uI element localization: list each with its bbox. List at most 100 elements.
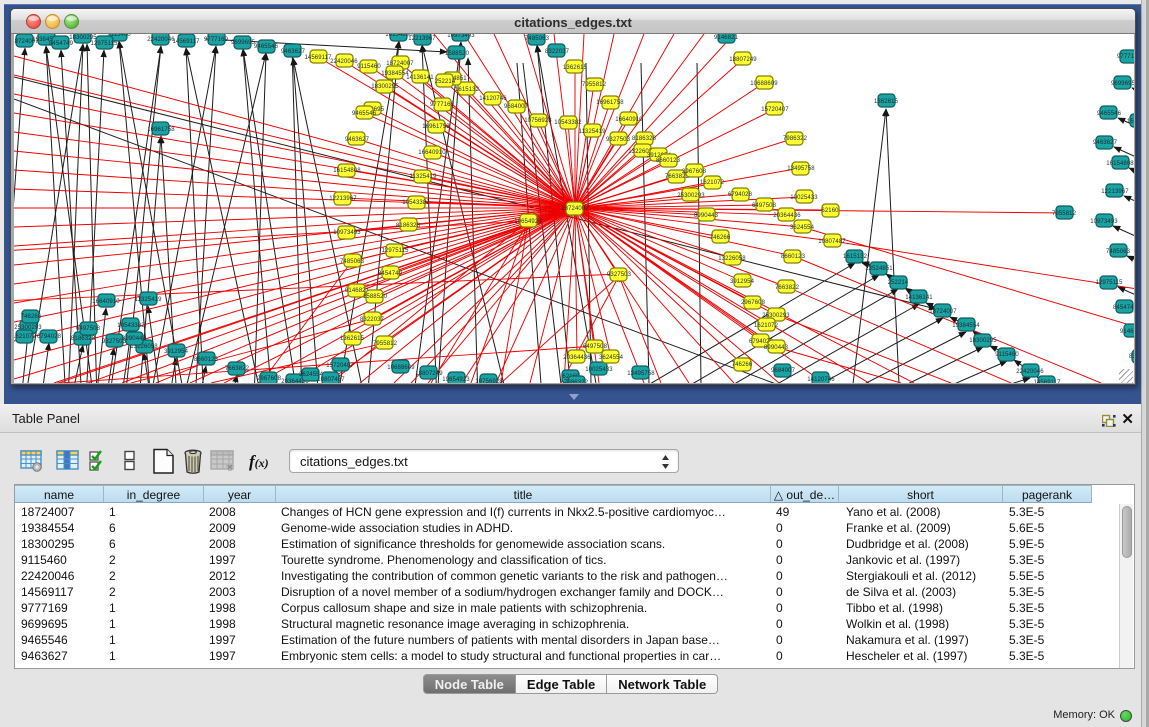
svg-text:7955812: 7955812 xyxy=(1052,211,1077,217)
svg-text:9465546: 9465546 xyxy=(1097,111,1122,117)
svg-text:3912954: 3912954 xyxy=(164,349,189,355)
svg-text:10973493: 10973493 xyxy=(447,34,475,39)
svg-text:2967608: 2967608 xyxy=(682,169,707,175)
svg-text:6794028: 6794028 xyxy=(728,192,753,198)
svg-text:16640910: 16640910 xyxy=(615,117,643,123)
svg-text:746266: 746266 xyxy=(710,235,731,241)
svg-text:10973493: 10973493 xyxy=(333,230,361,236)
svg-text:9699695: 9699695 xyxy=(231,40,256,46)
svg-text:252214: 252214 xyxy=(435,79,456,85)
svg-text:7955812: 7955812 xyxy=(582,82,607,88)
svg-text:8186328: 8186328 xyxy=(632,136,657,142)
svg-text:9465546: 9465546 xyxy=(352,111,377,117)
svg-text:18724007: 18724007 xyxy=(929,309,957,315)
svg-text:8186328: 8186328 xyxy=(396,223,421,229)
svg-text:13495758: 13495758 xyxy=(787,166,815,172)
svg-text:18300295: 18300295 xyxy=(969,338,997,344)
svg-text:2967608: 2967608 xyxy=(741,300,766,306)
svg-text:10543382: 10543382 xyxy=(402,200,430,206)
svg-text:7986322: 7986322 xyxy=(783,136,808,142)
svg-text:1615132: 1615132 xyxy=(843,254,868,260)
svg-text:8990443: 8990443 xyxy=(764,345,789,351)
svg-text:7955812: 7955812 xyxy=(373,341,398,347)
svg-text:9463627: 9463627 xyxy=(281,49,306,55)
svg-text:8660123: 8660123 xyxy=(656,158,681,164)
svg-text:22420046: 22420046 xyxy=(330,59,358,65)
svg-text:12975115: 12975115 xyxy=(381,248,409,254)
svg-text:16640910: 16640910 xyxy=(418,150,446,156)
svg-text:7485063: 7485063 xyxy=(340,259,365,265)
svg-text:8454749: 8454749 xyxy=(1113,305,1134,311)
svg-text:25300293: 25300293 xyxy=(677,193,705,199)
svg-text:746266: 746266 xyxy=(21,314,42,320)
svg-text:18300295: 18300295 xyxy=(371,84,399,90)
svg-text:1362615: 1362615 xyxy=(563,65,588,71)
svg-text:8660123: 8660123 xyxy=(781,254,806,260)
svg-text:18807249: 18807249 xyxy=(729,57,757,63)
svg-text:9684007: 9684007 xyxy=(504,104,529,110)
svg-text:19654923: 19654923 xyxy=(514,219,542,225)
svg-text:1615132: 1615132 xyxy=(455,87,480,93)
svg-text:1588520: 1588520 xyxy=(445,51,470,57)
svg-text:16640910: 16640910 xyxy=(92,299,120,305)
svg-text:11325419: 11325419 xyxy=(409,174,437,180)
svg-text:9115460: 9115460 xyxy=(995,352,1019,358)
svg-text:10688609: 10688609 xyxy=(387,365,415,371)
svg-text:6497508: 6497508 xyxy=(583,344,608,350)
svg-text:13226058: 13226058 xyxy=(718,256,746,262)
svg-text:6497508: 6497508 xyxy=(752,203,777,209)
svg-text:10688609: 10688609 xyxy=(750,81,778,87)
svg-text:20364436: 20364436 xyxy=(563,355,591,361)
svg-text:15720407: 15720407 xyxy=(761,107,789,113)
svg-text:22420046: 22420046 xyxy=(1016,369,1044,375)
svg-text:1621072: 1621072 xyxy=(700,180,725,186)
svg-text:9463627: 9463627 xyxy=(345,137,370,143)
svg-text:1588520: 1588520 xyxy=(363,294,388,300)
svg-text:9684007: 9684007 xyxy=(771,368,796,374)
svg-text:8186328: 8186328 xyxy=(71,336,96,342)
svg-text:19384554: 19384554 xyxy=(952,323,980,329)
svg-text:8990443: 8990443 xyxy=(122,336,147,342)
svg-text:14569117: 14569117 xyxy=(172,39,200,45)
svg-text:9777169: 9777169 xyxy=(204,37,229,43)
svg-text:14136141: 14136141 xyxy=(406,75,434,81)
svg-text:3624554: 3624554 xyxy=(790,225,815,231)
svg-text:10025433: 10025433 xyxy=(585,367,613,373)
svg-text:10756928: 10756928 xyxy=(524,118,552,124)
svg-text:15720407: 15720407 xyxy=(326,363,354,369)
svg-text:252214: 252214 xyxy=(888,280,909,286)
svg-text:9146821: 9146821 xyxy=(1120,329,1134,335)
svg-text:16154808: 16154808 xyxy=(333,168,361,174)
svg-text:12213967: 12213967 xyxy=(1101,189,1129,195)
svg-text:7663822: 7663822 xyxy=(775,285,800,291)
svg-text:8322037: 8322037 xyxy=(360,317,385,323)
svg-text:14120746: 14120746 xyxy=(807,377,835,383)
svg-text:9777169: 9777169 xyxy=(1117,54,1134,60)
svg-text:14120746: 14120746 xyxy=(479,96,507,102)
svg-text:8322037: 8322037 xyxy=(545,49,570,55)
svg-text:16154808: 16154808 xyxy=(1106,161,1134,167)
svg-text:9327503: 9327503 xyxy=(606,137,631,143)
svg-text:1362615: 1362615 xyxy=(874,99,899,105)
svg-text:13495758: 13495758 xyxy=(627,371,655,377)
svg-text:16961758: 16961758 xyxy=(147,127,175,133)
svg-text:9115460: 9115460 xyxy=(357,64,381,70)
svg-text:7663822: 7663822 xyxy=(225,366,250,372)
svg-text:14136141: 14136141 xyxy=(905,295,933,301)
svg-text:8990443: 8990443 xyxy=(694,213,719,219)
svg-text:1621072: 1621072 xyxy=(14,334,37,340)
svg-text:1588520: 1588520 xyxy=(1127,119,1134,125)
svg-text:746266: 746266 xyxy=(732,362,753,368)
svg-text:18724007: 18724007 xyxy=(561,206,589,212)
svg-text:8454749: 8454749 xyxy=(378,271,403,277)
svg-text:22420046: 22420046 xyxy=(147,37,175,43)
svg-text:9463627: 9463627 xyxy=(1093,140,1118,146)
svg-text:11325419: 11325419 xyxy=(578,129,606,135)
svg-text:16961758: 16961758 xyxy=(422,124,450,130)
svg-text:10025433: 10025433 xyxy=(790,195,818,201)
svg-text:16961758: 16961758 xyxy=(596,100,624,106)
svg-text:2967608: 2967608 xyxy=(257,376,282,382)
svg-text:7485063: 7485063 xyxy=(1106,249,1131,255)
svg-text:6497508: 6497508 xyxy=(76,326,101,332)
svg-text:9146821: 9146821 xyxy=(714,35,739,41)
